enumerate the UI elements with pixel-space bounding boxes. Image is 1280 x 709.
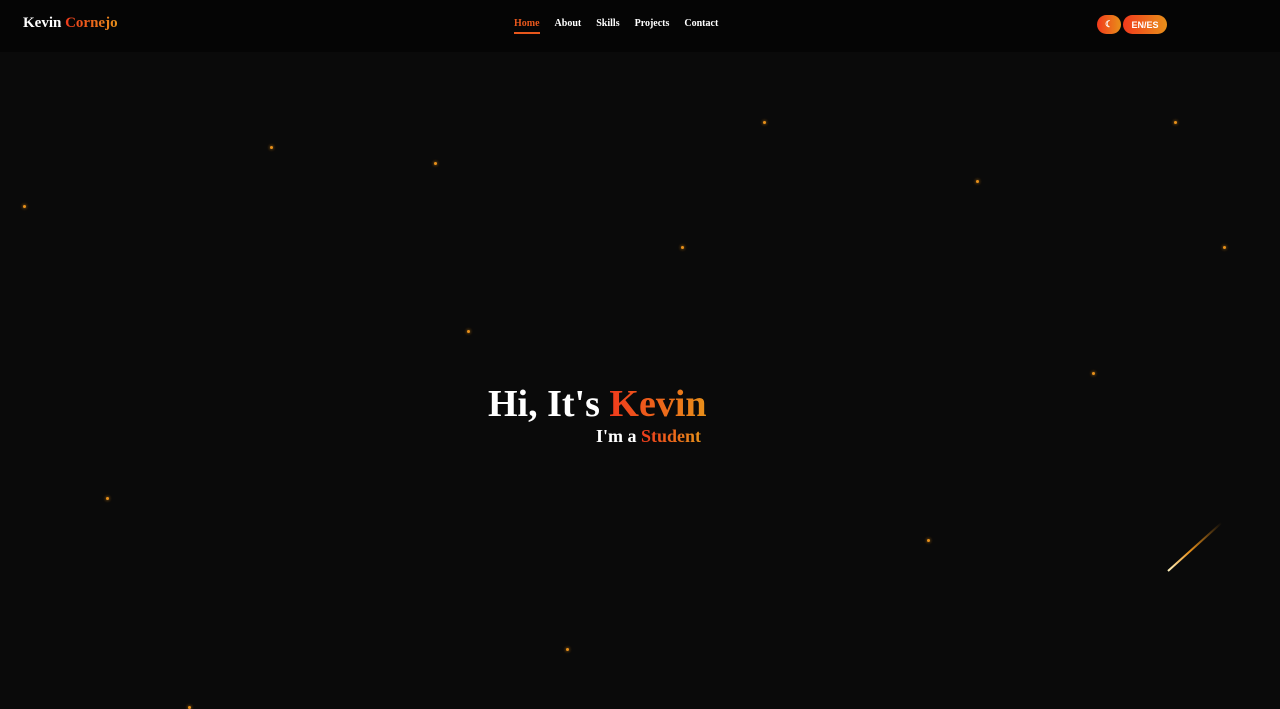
star (681, 246, 684, 249)
subtitle-prefix: I'm a (595, 426, 637, 446)
logo-last: Cornejo (65, 15, 118, 31)
star (106, 497, 109, 500)
nav-home[interactable]: Home (514, 18, 540, 34)
star (566, 648, 569, 651)
subtitle-role: Student (640, 426, 701, 446)
hero-subtitle: I'm a Student (596, 426, 701, 447)
nav-projects[interactable]: Projects (635, 18, 670, 34)
star (434, 162, 437, 165)
nav-about[interactable]: About (555, 18, 582, 34)
top-navbar: Kevin Cornejo Home About Skills Projects… (0, 0, 1280, 52)
star (270, 146, 273, 149)
logo[interactable]: Kevin Cornejo (23, 15, 118, 32)
shooting-star (1167, 522, 1223, 572)
hero-greeting: Hi, It's (488, 383, 600, 425)
star (1092, 372, 1095, 375)
nav-links: Home About Skills Projects Contact (514, 18, 718, 34)
star (1223, 246, 1226, 249)
nav-skills[interactable]: Skills (596, 18, 619, 34)
hero-title: Hi, It's Kevin (488, 382, 707, 426)
star (23, 205, 26, 208)
moon-icon: ☾ (1104, 19, 1114, 29)
theme-toggle-button[interactable]: ☾ (1097, 15, 1121, 34)
hero-name: Kevin (609, 383, 707, 425)
logo-first: Kevin (23, 15, 62, 31)
star (976, 180, 979, 183)
star (927, 539, 930, 542)
star (467, 330, 470, 333)
star (1174, 121, 1177, 124)
nav-contact[interactable]: Contact (684, 18, 718, 34)
star (763, 121, 766, 124)
language-toggle-button[interactable]: EN/ES (1123, 15, 1167, 34)
